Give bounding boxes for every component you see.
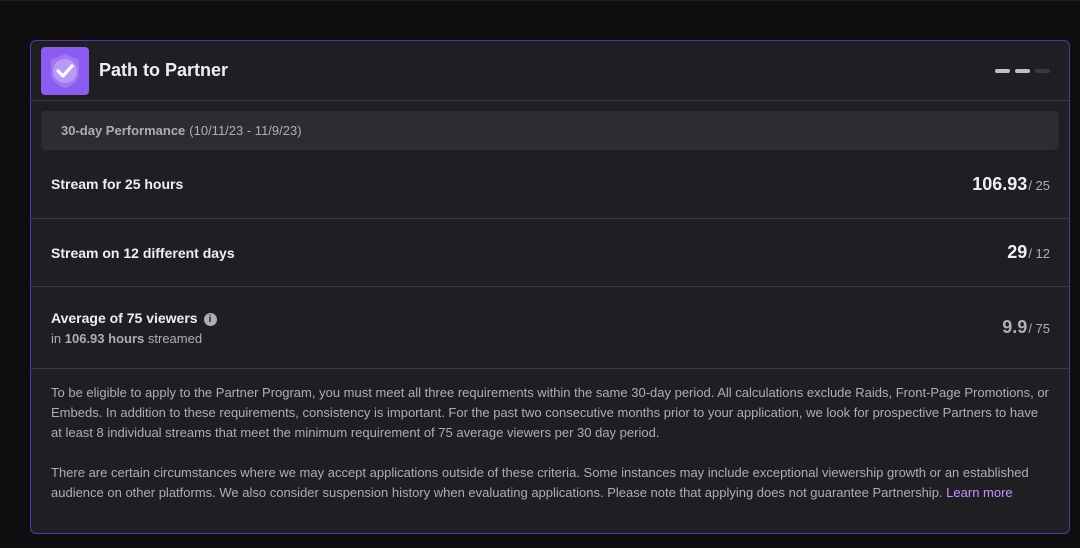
learn-more-link[interactable]: Learn more bbox=[946, 485, 1012, 500]
requirement-current-value: 106.93 bbox=[972, 173, 1028, 194]
carousel-dot-3[interactable] bbox=[1035, 69, 1050, 73]
card-title: Path to Partner bbox=[99, 60, 229, 80]
carousel-dot-2[interactable] bbox=[1015, 69, 1030, 73]
requirement-target-value: / 25 bbox=[1028, 177, 1050, 193]
requirement-row-viewers: Average of 75 viewers i in 106.93 hours s… bbox=[31, 287, 1069, 368]
info-icon[interactable]: i bbox=[203, 312, 217, 326]
performance-date-range: (10/11/23 - 11/9/23) bbox=[189, 123, 302, 138]
card-header: Path to Partner bbox=[31, 41, 1069, 101]
requirement-row-hours: Stream for 25 hours 106.93 / 25 bbox=[31, 150, 1069, 219]
performance-period-bar: 30-day Performance (10/11/23 - 11/9/23) bbox=[41, 111, 1059, 150]
requirement-title: Average of 75 viewers bbox=[51, 309, 198, 326]
requirement-title-wrap: Average of 75 viewers i bbox=[51, 310, 217, 326]
path-to-partner-card: Path to Partner 30-day Performance (10/1… bbox=[30, 40, 1070, 534]
requirement-title: Stream on 12 different days bbox=[51, 244, 235, 261]
subtext-prefix: in bbox=[51, 330, 62, 346]
subtext-suffix: streamed bbox=[147, 330, 203, 346]
top-divider bbox=[0, 0, 1080, 1]
requirement-current-value: 29 bbox=[1007, 242, 1028, 262]
eligibility-paragraph-2: There are certain circumstances where we… bbox=[51, 463, 1049, 503]
requirement-text: Average of 75 viewers i in 106.93 hours s… bbox=[51, 310, 217, 346]
requirement-target-value: / 12 bbox=[1028, 246, 1050, 261]
carousel-indicator bbox=[995, 69, 1050, 73]
requirement-progress: 9.9 / 75 bbox=[1002, 317, 1050, 338]
carousel-dot-1[interactable] bbox=[995, 69, 1010, 73]
subtext-hours: 106.93 hours bbox=[64, 330, 145, 346]
checkmark-badge-icon bbox=[41, 46, 89, 95]
eligibility-paragraph-1: To be eligible to apply to the Partner P… bbox=[51, 385, 1049, 440]
requirement-target-value: / 75 bbox=[1028, 321, 1050, 336]
requirement-progress: 29 / 12 bbox=[1007, 242, 1050, 263]
requirement-subtext: in 106.93 hours streamed bbox=[51, 331, 217, 346]
requirement-row-days: Stream on 12 different days 29 / 12 bbox=[31, 219, 1069, 287]
eligibility-info: To be eligible to apply to the Partner P… bbox=[31, 368, 1069, 503]
performance-label: 30-day Performance bbox=[61, 123, 186, 138]
requirement-progress: 106.93 / 25 bbox=[972, 174, 1050, 195]
requirement-current-value: 9.9 bbox=[1002, 317, 1028, 337]
requirement-title: Stream for 25 hours bbox=[51, 176, 184, 192]
eligibility-paragraph-2-text: There are certain circumstances where we… bbox=[51, 465, 1029, 500]
